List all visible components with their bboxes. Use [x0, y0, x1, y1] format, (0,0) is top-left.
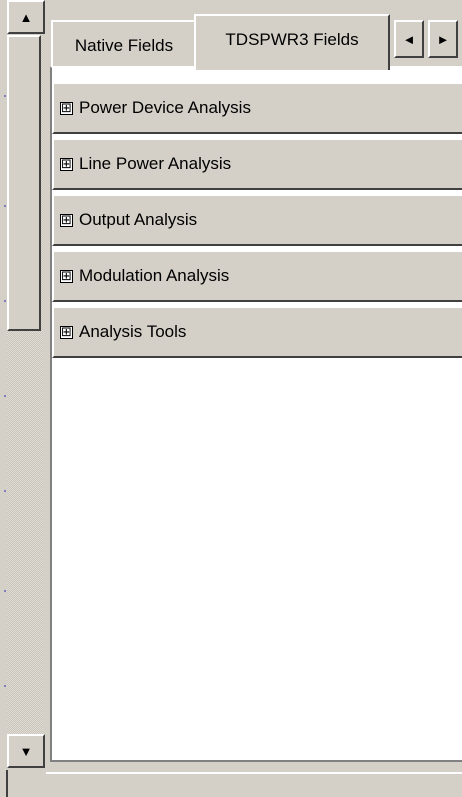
- fields-panel: Native Fields TDSPWR3 Fields ◄ ► ⊞ Power…: [44, 0, 462, 770]
- scroll-up-button[interactable]: ▲: [7, 0, 45, 34]
- tab-native-fields[interactable]: Native Fields: [51, 20, 197, 66]
- expand-icon[interactable]: ⊞: [60, 325, 73, 339]
- tab-scroll-left-button[interactable]: ◄: [394, 20, 424, 58]
- group-modulation-analysis[interactable]: ⊞ Modulation Analysis: [52, 250, 462, 302]
- arrow-down-icon: ▼: [19, 743, 33, 759]
- group-label: Analysis Tools: [79, 322, 187, 341]
- group-line-power-analysis[interactable]: ⊞ Line Power Analysis: [52, 138, 462, 190]
- tab-scroll-buttons: ◄ ►: [392, 20, 462, 58]
- arrow-up-icon: ▲: [19, 9, 33, 25]
- group-label: Output Analysis: [79, 210, 198, 229]
- scrollbar-corner: [6, 770, 8, 797]
- group-analysis-tools[interactable]: ⊞ Analysis Tools: [52, 306, 462, 358]
- tab-label: TDSPWR3 Fields: [225, 30, 359, 49]
- expand-icon[interactable]: ⊞: [60, 213, 73, 227]
- expand-icon[interactable]: ⊞: [60, 157, 73, 171]
- group-label: Power Device Analysis: [79, 98, 251, 117]
- expand-icon[interactable]: ⊞: [60, 269, 73, 283]
- group-label: Line Power Analysis: [79, 154, 232, 173]
- tab-tdspwr3-fields[interactable]: TDSPWR3 Fields: [194, 14, 390, 70]
- expand-icon[interactable]: ⊞: [60, 101, 73, 115]
- group-label: Modulation Analysis: [79, 266, 230, 285]
- scroll-down-button[interactable]: ▼: [7, 734, 45, 768]
- tab-label: Native Fields: [74, 36, 174, 55]
- group-output-analysis[interactable]: ⊞ Output Analysis: [52, 194, 462, 246]
- bottom-highlight: [46, 772, 462, 774]
- tab-scroll-right-button[interactable]: ►: [428, 20, 458, 58]
- horizontal-scrollbar-edge: [0, 770, 462, 797]
- tab-strip: Native Fields TDSPWR3 Fields ◄ ►: [44, 0, 462, 70]
- group-list: ⊞ Power Device Analysis ⊞ Line Power Ana…: [52, 82, 462, 362]
- group-power-device-analysis[interactable]: ⊞ Power Device Analysis: [52, 82, 462, 134]
- arrow-right-icon: ►: [436, 31, 450, 47]
- vertical-scrollbar[interactable]: ▲ ▼: [0, 0, 45, 770]
- scrollbar-thumb[interactable]: [7, 35, 41, 331]
- panel-bottom-edge: [50, 760, 462, 770]
- tab-content: ⊞ Power Device Analysis ⊞ Line Power Ana…: [50, 66, 462, 760]
- arrow-left-icon: ◄: [402, 31, 416, 47]
- edge-decoration: [0, 0, 6, 770]
